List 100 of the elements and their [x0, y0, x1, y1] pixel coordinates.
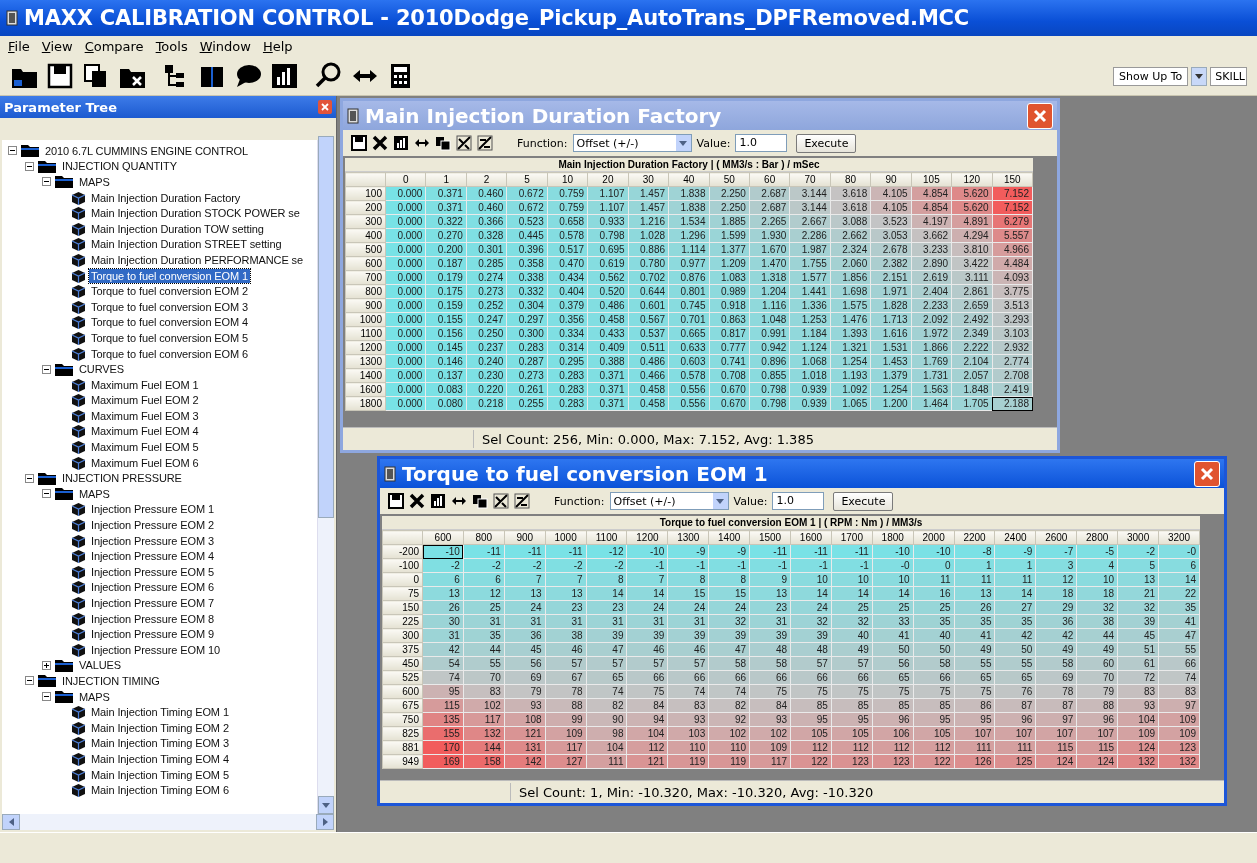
chart-icon[interactable] — [430, 493, 446, 509]
tree-item[interactable]: Main Injection Timing EOM 3 — [89, 736, 231, 751]
tree-item[interactable]: Main Injection Duration PERFORMANCE se — [89, 252, 305, 267]
column-header: 60 — [749, 172, 790, 187]
menu-item[interactable]: Tools — [149, 38, 194, 55]
tree-item[interactable]: Main Injection Timing EOM 2 — [89, 720, 231, 735]
horizontal-scrollbar[interactable] — [2, 814, 334, 830]
tree-item[interactable]: INJECTION QUANTITY — [60, 159, 179, 174]
tree-item[interactable]: Maximum Fuel EOM 6 — [89, 455, 201, 470]
tree-item[interactable]: Torque to fuel conversion EOM 2 — [89, 284, 251, 299]
value-field[interactable]: 1.0 — [735, 134, 788, 152]
graph-icon[interactable] — [477, 135, 493, 151]
tree-item[interactable]: Main Injection Duration Factory — [89, 190, 243, 205]
menu-item[interactable]: Window — [193, 38, 257, 55]
value-label: Value: — [733, 494, 768, 508]
chart-icon[interactable] — [393, 135, 409, 151]
tree-item[interactable]: Maximum Fuel EOM 5 — [89, 440, 201, 455]
graph-icon[interactable] — [514, 493, 530, 509]
panel-title: Parameter Tree — [4, 99, 117, 115]
menu-item[interactable]: File — [2, 38, 36, 55]
tree-item[interactable]: Main Injection Timing EOM 5 — [89, 767, 231, 782]
tree-item[interactable]: Injection Pressure EOM 6 — [89, 580, 216, 595]
tree-item[interactable]: Torque to fuel conversion EOM 4 — [89, 315, 251, 330]
cube-icon — [71, 440, 86, 455]
execute-button[interactable]: Execute — [796, 133, 857, 153]
collapse-icon[interactable] — [25, 161, 34, 171]
execute-button[interactable]: Execute — [833, 491, 894, 511]
menu-item[interactable]: Compare — [78, 38, 150, 55]
folder-icon — [54, 487, 74, 501]
filter-field[interactable]: SKILL — [1210, 66, 1247, 86]
close-button[interactable] — [1194, 460, 1220, 487]
collapse-icon[interactable] — [8, 146, 17, 156]
tree-item[interactable]: Maximum Fuel EOM 2 — [89, 393, 201, 408]
cube-icon — [71, 252, 86, 267]
tree-item[interactable]: Injection Pressure EOM 7 — [89, 596, 216, 610]
tree-item[interactable]: Maximum Fuel EOM 1 — [89, 377, 201, 392]
tree-item[interactable]: Injection Pressure EOM 1 — [89, 502, 216, 517]
menu-item[interactable]: Help — [256, 38, 299, 55]
tree-item[interactable]: Main Injection Timing EOM 6 — [89, 783, 231, 798]
tree-item[interactable]: Injection Pressure EOM 5 — [89, 564, 216, 579]
save-icon[interactable] — [351, 135, 367, 151]
collapse-icon[interactable] — [25, 473, 34, 483]
tree-item[interactable]: Injection Pressure EOM 8 — [89, 611, 216, 626]
tree-item[interactable]: MAPS — [77, 689, 112, 704]
dropdown-button[interactable] — [1191, 66, 1208, 86]
copy-icon[interactable] — [472, 493, 488, 509]
window-title: Torque to fuel conversion EOM 1 — [402, 461, 769, 486]
close-button[interactable] — [1027, 102, 1053, 129]
close-icon[interactable] — [318, 100, 332, 114]
column-header: 900 — [504, 530, 546, 545]
tree-item[interactable]: INJECTION TIMING — [60, 674, 162, 688]
tree-item[interactable]: Torque to fuel conversion EOM 1 — [89, 268, 251, 283]
tree-item[interactable]: INJECTION PRESSURE — [60, 471, 184, 486]
function-dropdown[interactable]: Offset (+/-) — [572, 134, 692, 152]
delete-icon[interactable] — [409, 493, 425, 509]
column-header: 70 — [789, 172, 831, 187]
expand-icon[interactable] — [42, 660, 51, 670]
cube-icon — [71, 377, 86, 392]
tree-item[interactable]: Main Injection Duration STOCK POWER se — [89, 206, 302, 221]
value-field[interactable]: 1.0 — [772, 492, 825, 510]
function-dropdown[interactable]: Offset (+/-) — [609, 492, 729, 510]
tree-item[interactable]: Torque to fuel conversion EOM 3 — [89, 299, 251, 314]
tree-item[interactable]: Main Injection Duration TOW setting — [89, 221, 266, 236]
tree-item[interactable]: Main Injection Timing EOM 4 — [89, 751, 231, 766]
tree-item[interactable]: Injection Pressure EOM 3 — [89, 533, 216, 548]
tree-item[interactable]: Injection Pressure EOM 2 — [89, 518, 216, 533]
tree-item[interactable]: MAPS — [77, 175, 112, 189]
column-header: 1800 — [872, 530, 914, 545]
tree-item[interactable]: Injection Pressure EOM 4 — [89, 549, 216, 564]
save-icon[interactable] — [388, 493, 404, 509]
tree-item[interactable]: Maximum Fuel EOM 3 — [89, 408, 201, 423]
tree-item[interactable]: Main Injection Timing EOM 1 — [89, 705, 231, 720]
chart-icon[interactable] — [270, 61, 300, 91]
tree-item[interactable]: Injection Pressure EOM 9 — [89, 627, 216, 642]
graph-icon[interactable] — [456, 135, 472, 151]
copy-icon[interactable] — [435, 135, 451, 151]
collapse-icon[interactable] — [42, 364, 51, 374]
tree-item[interactable]: MAPS — [77, 486, 112, 501]
tree-item[interactable]: Torque to fuel conversion EOM 5 — [89, 330, 251, 345]
tree-item[interactable]: 2010 6.7L CUMMINS ENGINE CONTROL — [43, 143, 250, 158]
tree-item[interactable]: Maximum Fuel EOM 4 — [89, 424, 201, 439]
tree-item[interactable]: Torque to fuel conversion EOM 6 — [89, 346, 251, 361]
column-header: 120 — [951, 172, 993, 187]
menu-item[interactable]: View — [35, 38, 79, 55]
tree-item[interactable]: VALUES — [77, 658, 123, 673]
collapse-icon[interactable] — [42, 177, 51, 187]
tree-item[interactable]: Injection Pressure EOM 10 — [89, 642, 222, 657]
collapse-icon[interactable] — [25, 676, 34, 686]
folder-icon — [54, 175, 74, 189]
graph-icon[interactable] — [493, 493, 509, 509]
cube-icon — [71, 330, 86, 345]
collapse-icon[interactable] — [42, 489, 51, 499]
cube-icon — [71, 237, 86, 252]
delete-icon[interactable] — [372, 135, 388, 151]
cube-icon — [71, 705, 86, 720]
column-header: 2600 — [1035, 530, 1077, 545]
collapse-icon[interactable] — [42, 692, 51, 702]
scroll-right-icon — [322, 818, 328, 826]
tree-item[interactable]: CURVES — [77, 362, 127, 377]
tree-item[interactable]: Main Injection Duration STREET setting — [89, 237, 284, 252]
